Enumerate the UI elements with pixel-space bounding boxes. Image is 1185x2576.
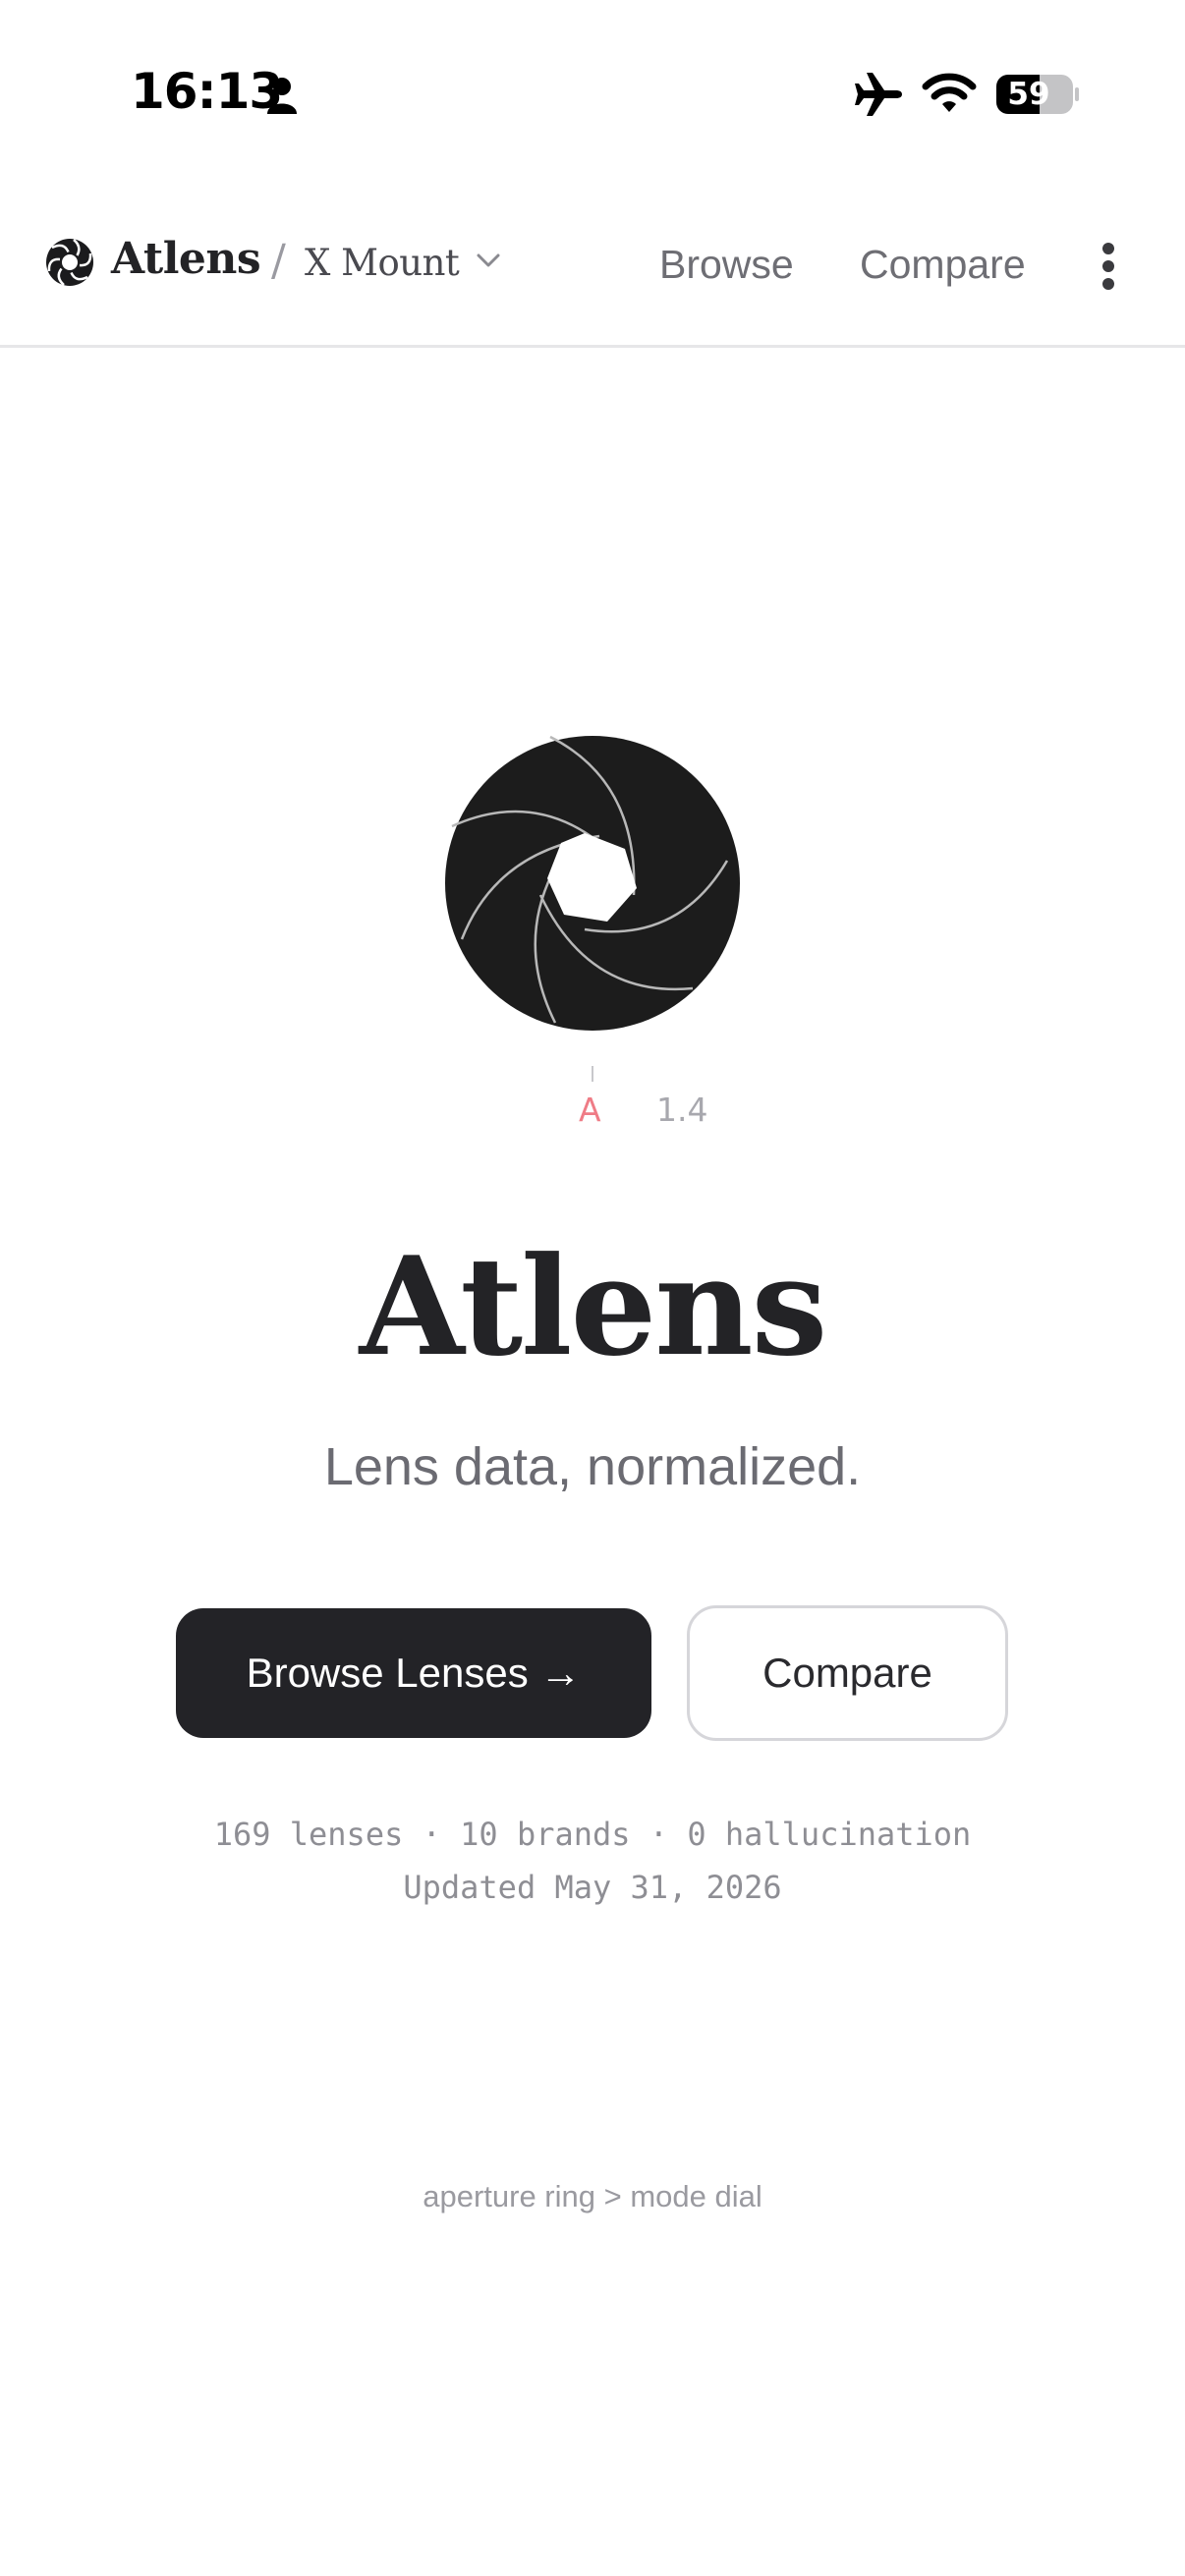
browse-lenses-button[interactable]: Browse Lenses →	[176, 1608, 651, 1738]
wifi-icon	[922, 73, 977, 112]
updated-date: Updated May 31, 2026	[403, 1869, 782, 1906]
dial-aperture-value[interactable]: 1.4	[656, 1091, 707, 1129]
aperture-logo-icon[interactable]	[45, 238, 94, 287]
nav-compare-link[interactable]: Compare	[860, 242, 1026, 288]
status-time: 16:13	[131, 63, 283, 120]
nav-separator: /	[271, 236, 286, 286]
footer-note: aperture ring > mode dial	[423, 2179, 762, 2213]
nav-brand[interactable]: Atlens	[111, 234, 261, 284]
aperture-illustration	[445, 735, 740, 1031]
dial-mode-label[interactable]: A	[579, 1091, 601, 1129]
kebab-menu-icon[interactable]	[1099, 242, 1118, 291]
nav-browse-link[interactable]: Browse	[659, 242, 794, 288]
top-navbar: Atlens / X Mount Browse Compare	[0, 187, 1185, 348]
mount-selector[interactable]: X Mount	[305, 242, 460, 284]
hero-title: Atlens	[359, 1226, 828, 1386]
battery-level: 59	[1007, 77, 1050, 112]
hero-tagline: Lens data, normalized.	[323, 1437, 862, 1496]
stats-summary: 169 lenses · 10 brands · 0 hallucination	[213, 1816, 972, 1853]
chevron-down-icon[interactable]	[476, 252, 501, 268]
person-icon	[267, 78, 297, 114]
status-bar: 16:13 59	[0, 0, 1185, 187]
dial-indicator-tick	[592, 1066, 593, 1082]
compare-button[interactable]: Compare	[687, 1605, 1008, 1741]
airplane-icon	[855, 73, 902, 116]
